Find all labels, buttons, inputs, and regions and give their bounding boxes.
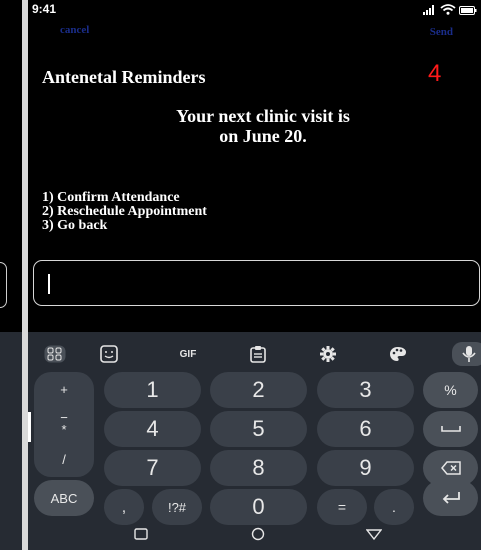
adjacent-input-edge	[0, 262, 7, 308]
adjacent-screen-fragment	[0, 0, 22, 550]
key-period-label: .	[392, 499, 396, 515]
cancel-button[interactable]: cancel	[60, 24, 89, 36]
backspace-icon	[440, 461, 461, 475]
back-icon[interactable]	[366, 529, 382, 540]
signal-icon	[423, 5, 434, 15]
adjacent-keyboard-edge	[0, 332, 22, 550]
status-bar: 9:41	[28, 0, 481, 20]
send-button[interactable]: Send	[430, 26, 453, 38]
message-body: Your next clinic visit is on June 20.	[108, 106, 418, 146]
key-6[interactable]: 6	[317, 411, 414, 447]
menu-options: 1) Confirm Attendance 2) Reschedule Appo…	[42, 191, 207, 233]
side-indicator	[28, 412, 31, 442]
gif-icon[interactable]: GIF	[170, 341, 206, 367]
message-title: Antenetal Reminders	[42, 67, 206, 87]
key-space[interactable]	[423, 411, 478, 447]
home-icon[interactable]	[251, 527, 265, 541]
key-abc[interactable]: ABC	[34, 480, 94, 516]
key-7[interactable]: 7	[104, 450, 201, 486]
key-5[interactable]: 5	[210, 411, 307, 447]
microphone-icon[interactable]	[451, 341, 481, 367]
key-comma[interactable]: ,	[104, 489, 144, 525]
settings-icon[interactable]	[313, 341, 343, 367]
gif-label: GIF	[179, 348, 197, 360]
battery-icon	[459, 6, 477, 15]
key-percent-label: %	[444, 382, 457, 398]
key-slash[interactable]: /	[34, 442, 94, 477]
key-equals-label: =	[337, 499, 347, 515]
key-1[interactable]: 1	[104, 372, 201, 408]
key-symbols[interactable]: !?#	[152, 489, 202, 525]
key-8-label: 8	[252, 455, 265, 480]
key-asterisk-label: *	[61, 422, 67, 437]
key-plus[interactable]: +	[34, 372, 94, 406]
status-time: 9:41	[32, 2, 57, 16]
key-9-label: 9	[359, 455, 372, 480]
key-comma-label: ,	[121, 498, 127, 516]
key-percent[interactable]: %	[423, 372, 478, 408]
key-period[interactable]: .	[374, 489, 414, 525]
key-0[interactable]: 0	[210, 489, 307, 525]
message-line-1: Your next clinic visit is	[176, 106, 350, 126]
key-3-label: 3	[359, 377, 372, 402]
recents-icon[interactable]	[134, 528, 148, 540]
text-cursor	[48, 274, 50, 294]
key-minus-asterisk[interactable]: − *	[34, 406, 94, 442]
message-line-2: on June 20.	[219, 126, 307, 146]
key-enter[interactable]	[423, 480, 478, 516]
palette-icon[interactable]	[383, 341, 413, 367]
reply-input[interactable]	[33, 260, 480, 306]
wifi-icon	[440, 4, 456, 15]
sticker-icon[interactable]	[94, 341, 124, 367]
key-7-label: 7	[146, 455, 159, 480]
key-5-label: 5	[252, 416, 265, 441]
key-3[interactable]: 3	[317, 372, 414, 408]
clipboard-icon[interactable]	[243, 341, 273, 367]
message-counter: 4	[428, 60, 442, 87]
key-slash-label: /	[62, 452, 66, 467]
key-6-label: 6	[359, 416, 372, 441]
key-equals[interactable]: =	[317, 489, 367, 525]
option-go-back: 3) Go back	[42, 218, 108, 233]
status-icons	[423, 4, 477, 15]
key-abc-label: ABC	[50, 490, 78, 506]
numeric-keyboard: GIF + − * / 1 2 3 % 4 5 6 7 8 9 ABC , !?…	[28, 332, 481, 550]
option-reschedule: 2) Reschedule Appointment	[42, 204, 207, 219]
space-icon	[440, 426, 461, 432]
key-9[interactable]: 9	[317, 450, 414, 486]
key-4[interactable]: 4	[104, 411, 201, 447]
key-1-label: 1	[146, 377, 159, 402]
grid-icon[interactable]	[40, 341, 70, 367]
key-0-label: 0	[252, 494, 265, 519]
key-2[interactable]: 2	[210, 372, 307, 408]
option-confirm: 1) Confirm Attendance	[42, 190, 180, 205]
key-4-label: 4	[146, 416, 159, 441]
key-plus-label: +	[60, 381, 68, 397]
key-symbols-label: !?#	[167, 499, 187, 515]
key-8[interactable]: 8	[210, 450, 307, 486]
key-2-label: 2	[252, 377, 265, 402]
phone-screen: 9:41 cancel Send Antenetal Reminders 4 Y	[28, 0, 481, 550]
enter-icon	[442, 492, 460, 504]
